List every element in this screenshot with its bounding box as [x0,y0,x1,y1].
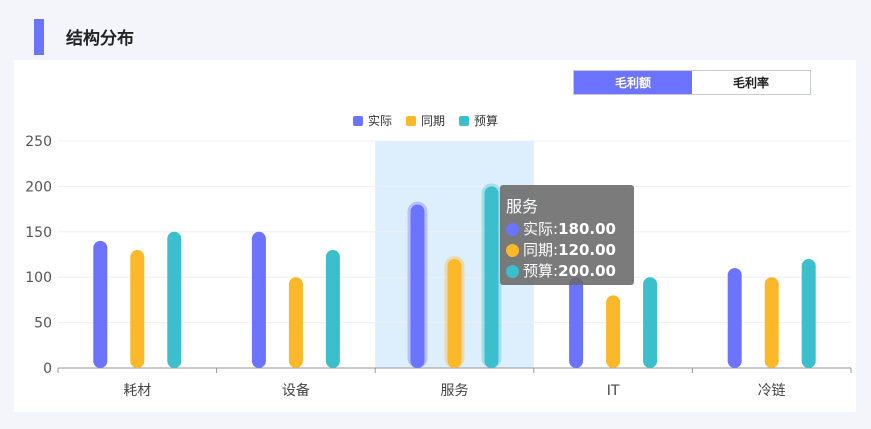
bar [606,295,621,368]
tooltip-row: 同期:120.00 [506,240,628,261]
bar [484,186,499,368]
y-tick-label: 250 [25,134,52,150]
bar [325,249,340,368]
chart-legend: 实际 同期 预算 [353,112,512,129]
x-tick-label: 设备 [282,382,310,399]
y-tick-label: 150 [25,225,52,241]
tooltip-series-name: 同期 [523,241,554,259]
y-tick-label: 100 [25,270,52,286]
legend-item-actual[interactable]: 实际 [353,112,392,129]
tooltip-series-name: 实际 [523,220,554,238]
y-tick-label: 50 [34,316,52,332]
tooltip-dot [506,244,519,257]
legend-label: 预算 [474,114,499,128]
legend-label: 同期 [421,114,446,128]
bar [764,277,779,368]
tooltip-value: 180.00 [558,220,616,238]
legend-swatch [353,115,363,126]
x-tick-label: 服务 [441,383,469,399]
bar-chart: 0 50 100 150 200 250 耗材 设备 服务 IT 冷链 [25,134,852,399]
tooltip-dot [506,223,519,236]
y-tick-label: 0 [43,361,52,377]
tooltip-dot [506,265,519,278]
bar [727,268,742,368]
chart-tooltip: 服务 实际:180.00 同期:120.00 预算:200.00 [500,185,634,285]
bar [288,277,303,368]
bar [569,277,584,368]
tooltip-row: 实际:180.00 [506,219,628,240]
legend-label: 实际 [368,114,393,128]
x-tick-label: 耗材 [123,383,151,399]
bar [801,259,816,368]
bar [410,204,425,368]
tooltip-series-name: 预算 [523,262,554,280]
bar [251,231,266,368]
tooltip-value: 200.00 [558,262,616,280]
y-tick-label: 200 [25,179,52,195]
x-tick-label: IT [607,383,620,399]
bar [130,249,145,368]
bar [643,277,658,368]
legend-swatch [406,115,417,126]
tooltip-row: 预算:200.00 [506,261,628,282]
legend-swatch [459,115,470,126]
x-tick-label: 冷链 [758,383,786,399]
legend-item-prior[interactable]: 同期 [406,112,445,129]
tooltip-value: 120.00 [558,241,616,259]
bar [93,240,108,368]
bar [167,231,182,368]
tooltip-title: 服务 [506,197,539,216]
bar [447,259,462,368]
legend-item-budget[interactable]: 预算 [459,112,498,129]
